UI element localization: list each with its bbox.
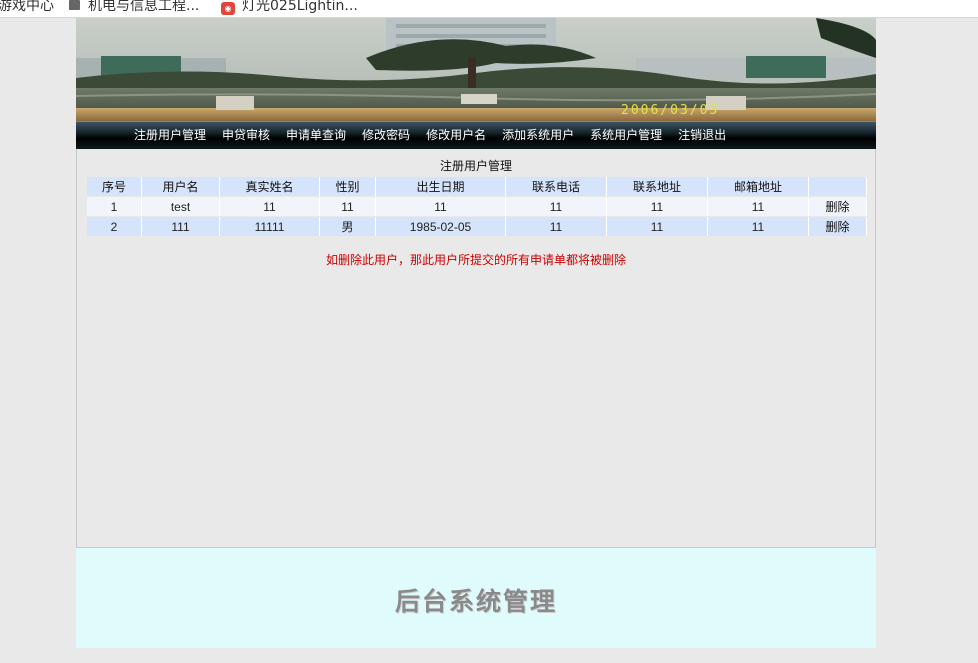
bookmark-item[interactable]: ◉ 灯光025Lightin... (221, 0, 358, 15)
cell-phone: 11 (506, 197, 607, 216)
users-table: 序号 用户名 真实姓名 性别 出生日期 联系电话 联系地址 邮箱地址 1 tes… (87, 176, 867, 237)
cell-address: 11 (607, 217, 708, 236)
nav-user-management[interactable]: 注册用户管理 (134, 126, 206, 143)
cell-action: 删除 (809, 217, 867, 236)
column-header (809, 177, 867, 196)
column-header: 用户名 (142, 177, 220, 196)
footer-banner: 后台系统管理 (76, 548, 876, 648)
nav-system-user-management[interactable]: 系统用户管理 (590, 126, 662, 143)
table-row: 2 111 11111 男 1985-02-05 11 11 11 删除 (87, 217, 867, 236)
cell-username: test (142, 197, 220, 216)
table-row: 1 test 11 11 11 11 11 11 删除 (87, 197, 867, 216)
column-header: 联系电话 (506, 177, 607, 196)
cell-real-name: 11111 (220, 217, 320, 236)
header-banner: 2006/03/05 (76, 18, 876, 121)
nav-logout[interactable]: 注销退出 (678, 126, 726, 143)
cell-username: 111 (142, 217, 220, 236)
nav-loan-review[interactable]: 申贷审核 (222, 126, 270, 143)
bookmarks-bar: 游戏中心 机电与信息工程... ◉ 灯光025Lightin... (0, 0, 978, 18)
cell-action: 删除 (809, 197, 867, 216)
column-header: 出生日期 (376, 177, 506, 196)
top-nav-bar: 注册用户管理 申贷审核 申请单查询 修改密码 修改用户名 添加系统用户 系统用户… (76, 121, 876, 149)
bookmark-item[interactable]: 游戏中心 (0, 0, 54, 15)
delete-link[interactable]: 删除 (825, 220, 849, 234)
nav-application-query[interactable]: 申请单查询 (286, 126, 346, 143)
cell-email: 11 (708, 197, 809, 216)
footer-title: 后台系统管理 (394, 587, 557, 616)
cell-gender: 11 (320, 197, 376, 216)
column-header: 联系地址 (607, 177, 708, 196)
main-content: 注册用户管理 序号 用户名 真实姓名 性别 出生日期 联系电话 联系地址 邮箱地… (76, 149, 876, 548)
bookmark-folder[interactable]: 机电与信息工程... (69, 0, 199, 15)
site-icon: ◉ (221, 2, 235, 15)
bookmark-label: 机电与信息工程... (88, 0, 200, 14)
cell-phone: 11 (506, 217, 607, 236)
cell-email: 11 (708, 217, 809, 236)
delete-link[interactable]: 删除 (825, 200, 849, 214)
cell-address: 11 (607, 197, 708, 216)
cell-birth-date: 11 (376, 197, 506, 216)
bookmark-label: 灯光025Lightin... (242, 0, 358, 14)
nav-change-password[interactable]: 修改密码 (362, 126, 410, 143)
cell-index: 1 (87, 197, 142, 216)
admin-frame: 2006/03/05 注册用户管理 申贷审核 申请单查询 修改密码 修改用户名 … (76, 18, 876, 648)
nav-add-system-user[interactable]: 添加系统用户 (502, 126, 574, 143)
column-header: 序号 (87, 177, 142, 196)
table-header-row: 序号 用户名 真实姓名 性别 出生日期 联系电话 联系地址 邮箱地址 (87, 177, 867, 196)
cell-birth-date: 1985-02-05 (376, 217, 506, 236)
cell-index: 2 (87, 217, 142, 236)
column-header: 邮箱地址 (708, 177, 809, 196)
page-title: 注册用户管理 (439, 159, 512, 173)
nav-change-username[interactable]: 修改用户名 (426, 126, 486, 143)
column-header: 真实姓名 (220, 177, 320, 196)
cell-gender: 男 (320, 217, 376, 236)
delete-warning: 如删除此用户，那此用户所提交的所有申请单都将被删除 (325, 253, 626, 267)
photo-date-stamp: 2006/03/05 (621, 103, 719, 118)
cell-real-name: 11 (220, 197, 320, 216)
folder-icon (69, 0, 80, 10)
bookmark-label: 游戏中心 (0, 0, 54, 14)
campus-photo: 2006/03/05 (76, 18, 876, 121)
column-header: 性别 (320, 177, 376, 196)
